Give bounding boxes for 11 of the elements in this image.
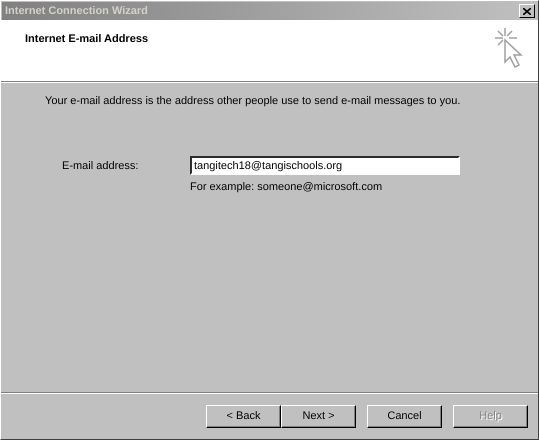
intro-text: Your e-mail address is the address other people use to send e-mail messages to you. <box>45 95 462 107</box>
field-label: E-mail address: <box>62 160 140 172</box>
wizard-button[interactable]: Next > <box>281 404 356 428</box>
window-title: Internet Connection Wizard <box>5 5 148 17</box>
wizard-button[interactable]: Cancel <box>367 404 442 428</box>
email-field[interactable]: tangitech18@tangischools.org <box>190 156 460 175</box>
hint-text: For example: someone@microsoft.com <box>190 181 384 193</box>
page-title: Internet E-mail Address <box>25 33 148 47</box>
wizard-button[interactable]: < Back <box>206 404 281 428</box>
close-button[interactable] <box>519 4 535 18</box>
close-icon <box>523 8 531 14</box>
